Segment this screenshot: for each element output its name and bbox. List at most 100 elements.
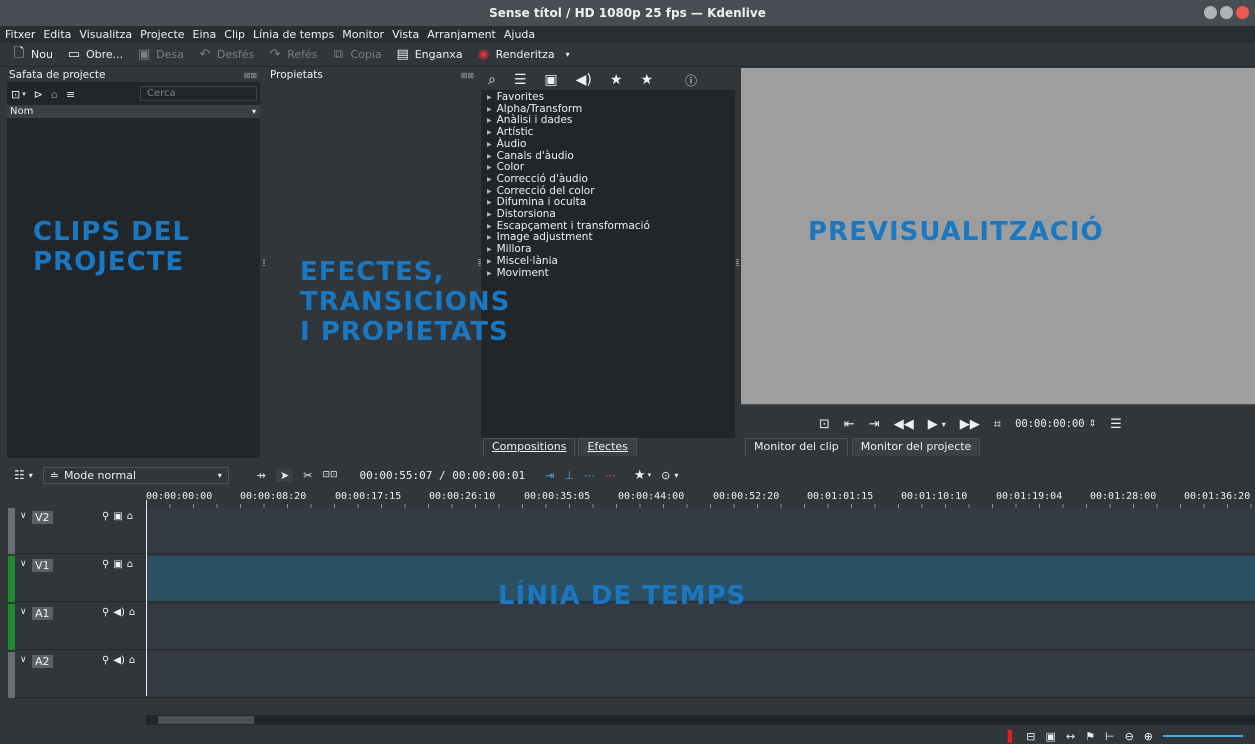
lock-icon[interactable]: ⌂ <box>127 559 133 570</box>
marker-flag-icon[interactable]: ⚑ <box>1085 730 1095 743</box>
zoom-slider[interactable] <box>1163 735 1243 737</box>
spacer-tool-icon[interactable]: ⇸ <box>257 469 266 482</box>
lock-icon[interactable]: ⌂ <box>127 511 133 522</box>
tab-clip-monitor[interactable]: Monitor del clip <box>745 438 848 456</box>
minimize-button[interactable] <box>1204 6 1217 19</box>
dock-float-icon[interactable]: ⊠⊠ <box>244 71 257 80</box>
delete-icon[interactable]: ⌂ <box>51 88 58 101</box>
track-lane-v2[interactable] <box>146 508 1255 554</box>
effects-icon[interactable]: ⚲ <box>102 607 109 618</box>
track-header-a1[interactable]: ∨ A1 ⚲ ◀) ⌂ <box>8 604 146 650</box>
collapse-icon[interactable]: ∨ <box>20 655 27 665</box>
speaker-icon[interactable]: ◀) <box>113 655 125 666</box>
menu-arranjament[interactable]: Arranjament <box>427 28 496 41</box>
forward-icon[interactable]: ▶▶ <box>960 417 980 432</box>
track-header-v1[interactable]: ∨ V1 ⚲ ▣ ⌂ <box>8 556 146 602</box>
set-out-point-icon[interactable]: ⇥ <box>869 417 880 432</box>
zoom-out-icon[interactable]: ⊖ <box>1125 730 1134 743</box>
speaker-icon[interactable]: ◀) <box>113 607 125 618</box>
snap-icon[interactable]: ↔ <box>1066 730 1075 743</box>
lift-icon[interactable]: ⋯ <box>605 469 616 482</box>
bin-column-header[interactable]: Nom ▾ <box>7 105 260 118</box>
zoom-in-icon[interactable]: ⊕ <box>1144 730 1153 743</box>
timeline-scrollbar[interactable] <box>146 715 1255 725</box>
scrollbar-thumb[interactable] <box>158 716 254 724</box>
monitor-ruler[interactable] <box>741 404 1255 412</box>
effects-icon[interactable]: ⚲ <box>102 559 109 570</box>
collapse-icon[interactable]: ∨ <box>20 511 27 521</box>
maximize-button[interactable] <box>1220 6 1233 19</box>
video-icon[interactable]: ▣ <box>113 559 122 570</box>
chevron-down-icon[interactable]: ▾ <box>22 90 26 98</box>
custom-effects-icon[interactable]: ★ <box>610 72 623 88</box>
list-view-icon[interactable]: ≡ <box>66 88 75 101</box>
monitor-timecode[interactable]: 00:00:00:00 <box>1015 418 1085 430</box>
bin-search-input[interactable]: Cerca <box>140 86 257 101</box>
chevron-down-icon[interactable]: ▾ <box>942 420 946 429</box>
fullscreen-icon[interactable]: ⌗ <box>994 417 1001 432</box>
menu-vista[interactable]: Vista <box>392 28 419 41</box>
insert-icon[interactable]: ⇥ <box>545 469 554 482</box>
select-tool-icon[interactable]: ➤ <box>276 468 294 482</box>
search-icon[interactable]: ⌕ <box>488 72 496 88</box>
add-folder-icon[interactable]: ⊳ <box>34 88 43 101</box>
lock-icon[interactable]: ⌂ <box>129 607 135 618</box>
collapse-icon[interactable]: ∨ <box>20 607 27 617</box>
extract-icon[interactable]: ⋯ <box>584 469 595 482</box>
info-icon[interactable]: ⓘ <box>685 72 697 89</box>
redo-button[interactable]: ↷ Refés <box>268 47 318 62</box>
lock-icon[interactable]: ⌂ <box>129 655 135 666</box>
menu-ajuda[interactable]: Ajuda <box>504 28 535 41</box>
edit-mode-select[interactable]: ≐ Mode normal ▾ <box>42 466 229 484</box>
menu-clip[interactable]: Clip <box>224 28 245 41</box>
video-icon[interactable]: ▣ <box>113 511 122 522</box>
thumbnails-icon[interactable]: ⊟ <box>1026 730 1035 743</box>
collapse-icon[interactable]: ∨ <box>20 559 27 569</box>
dock-float-icon[interactable]: ⊠⊠ <box>461 71 474 80</box>
render-button[interactable]: ◉ Renderitza ▾ <box>477 47 570 62</box>
menu-visualitza[interactable]: Visualitza <box>79 28 132 41</box>
razor-tool-icon[interactable]: ✂ <box>303 469 312 482</box>
video-thumbs-icon[interactable]: ▣ <box>1045 730 1055 743</box>
undo-button[interactable]: ↶ Desfés <box>198 47 254 62</box>
new-button[interactable]: 🗋 Nou <box>12 44 53 66</box>
preview-render-icon[interactable]: ⊙ <box>661 469 670 482</box>
menu-eina[interactable]: Eina <box>193 28 217 41</box>
chevron-down-icon[interactable]: ▾ <box>674 471 678 480</box>
rewind-icon[interactable]: ◀◀ <box>894 417 914 432</box>
playhead[interactable] <box>146 500 147 696</box>
add-clip-icon[interactable]: ⊡ <box>11 88 20 101</box>
tab-compositions[interactable]: Compositions <box>483 438 576 456</box>
track-lane-a2[interactable] <box>146 652 1255 698</box>
open-button[interactable]: ▭ Obre... <box>67 47 123 62</box>
chevron-down-icon[interactable]: ▾ <box>29 471 33 480</box>
menu-monitor[interactable]: Monitor <box>342 28 384 41</box>
menu-projecte[interactable]: Projecte <box>140 28 184 41</box>
multicam-icon[interactable]: ⊡⊡ <box>322 470 337 480</box>
track-header-a2[interactable]: ∨ A2 ⚲ ◀) ⌂ <box>8 652 146 698</box>
list-icon[interactable]: ☰ <box>514 72 527 88</box>
close-button[interactable] <box>1236 6 1249 19</box>
save-button[interactable]: ▣ Desa <box>137 47 184 62</box>
copy-button[interactable]: ⧉ Copia <box>331 47 382 62</box>
track-settings-icon[interactable]: ☷ <box>14 468 25 482</box>
menu-linia-de-temps[interactable]: Línia de temps <box>253 28 334 41</box>
set-in-point-icon[interactable]: ⇤ <box>844 417 855 432</box>
menu-icon[interactable]: ☰ <box>1110 417 1122 432</box>
favorites-star-icon[interactable]: ★ <box>640 72 653 88</box>
audio-effects-icon[interactable]: ◀) <box>576 72 592 88</box>
play-icon[interactable]: ▶ <box>928 417 938 432</box>
overwrite-icon[interactable]: ⊥ <box>564 469 574 482</box>
effects-icon[interactable]: ⚲ <box>102 511 109 522</box>
menu-fitxer[interactable]: Fitxer <box>5 28 35 41</box>
favorite-star-icon[interactable]: ★ <box>634 468 646 483</box>
tab-effects[interactable]: Efectes <box>578 438 637 456</box>
video-effects-icon[interactable]: ▣ <box>544 72 557 88</box>
track-header-v2[interactable]: ∨ V2 ⚲ ▣ ⌂ <box>8 508 146 554</box>
chevron-down-icon[interactable]: ▾ <box>648 471 652 479</box>
effects-icon[interactable]: ⚲ <box>102 655 109 666</box>
effect-category[interactable]: ▶ Moviment <box>481 267 735 280</box>
tab-project-monitor[interactable]: Monitor del projecte <box>851 438 981 456</box>
zone-icon[interactable]: ⊡ <box>819 417 830 432</box>
menu-edita[interactable]: Edita <box>43 28 71 41</box>
